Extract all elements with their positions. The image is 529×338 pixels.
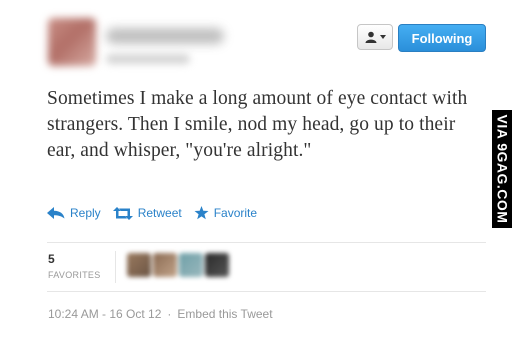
favoriter-avatar[interactable]	[179, 253, 203, 277]
reply-label: Reply	[70, 206, 101, 220]
tweet-meta: 10:24 AM - 16 Oct 12 · Embed this Tweet	[48, 307, 273, 321]
favoriter-avatar[interactable]	[153, 253, 177, 277]
user-actions-dropdown[interactable]	[357, 24, 393, 50]
tweet-text: Sometimes I make a long amount of eye co…	[47, 88, 468, 161]
author-name-blurred[interactable]	[106, 28, 224, 44]
divider-bottom	[47, 291, 486, 292]
divider-top	[47, 242, 486, 243]
tweet-actions: Reply Retweet Favorite	[47, 206, 257, 220]
favoriter-avatars	[127, 253, 229, 277]
favorites-count[interactable]: 5	[48, 252, 55, 266]
embed-tweet-link[interactable]: Embed this Tweet	[177, 307, 272, 321]
favorites-label[interactable]: FAVORITES	[48, 270, 101, 280]
favorite-action[interactable]: Favorite	[194, 206, 257, 220]
caret-down-icon	[379, 35, 386, 39]
retweet-label: Retweet	[137, 206, 182, 220]
user-icon	[365, 31, 376, 43]
watermark: VIA 9GAG.COM	[492, 110, 512, 228]
star-icon	[194, 206, 209, 220]
favorite-label: Favorite	[213, 206, 258, 220]
retweet-action[interactable]: Retweet	[112, 206, 182, 220]
tweet-timestamp[interactable]: 10:24 AM - 16 Oct 12	[48, 307, 161, 321]
favoriter-avatar[interactable]	[205, 253, 229, 277]
watermark-text: VIA 9GAG.COM	[494, 114, 510, 224]
retweet-icon	[112, 206, 133, 220]
following-button[interactable]: Following	[398, 24, 486, 52]
avatar[interactable]	[48, 18, 96, 66]
stats-divider	[115, 251, 116, 283]
reply-action[interactable]: Reply	[47, 206, 101, 220]
favoriter-avatar[interactable]	[127, 253, 151, 277]
reply-arrow-icon	[47, 207, 65, 219]
author-handle-blurred	[106, 54, 190, 64]
meta-separator: ·	[167, 307, 172, 321]
